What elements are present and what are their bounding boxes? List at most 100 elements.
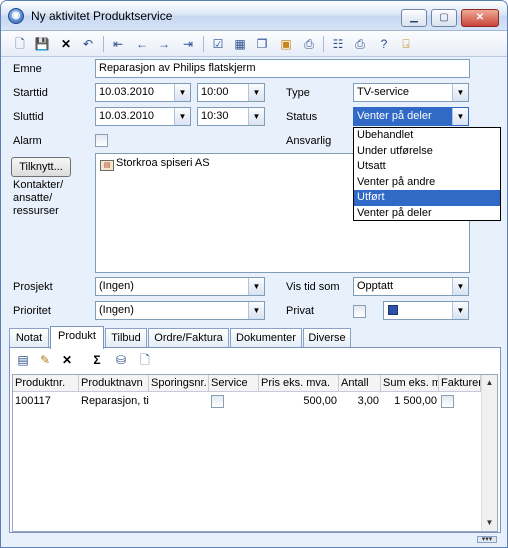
prioritet-select[interactable]: (Ingen) ▼: [95, 301, 265, 320]
contact-name: Storkroa spiseri AS: [116, 157, 210, 169]
properties-icon[interactable]: ☷: [329, 35, 347, 53]
sluttid-label: Sluttid: [13, 111, 44, 123]
close-button[interactable]: ✕: [461, 9, 499, 27]
help-icon[interactable]: ?: [375, 35, 393, 53]
new-icon[interactable]: 🗋: [11, 35, 29, 53]
kontakter-label-line1: Kontakter/: [13, 179, 64, 191]
document-icon[interactable]: 🗋: [136, 352, 154, 368]
produkt-panel: ▤ ✎ ✕ Σ ⛁ 🗋 Produktnr. Produktnavn Spori…: [9, 347, 501, 533]
app-logo-icon: ◉: [8, 8, 24, 24]
tab-notat[interactable]: Notat: [9, 328, 49, 348]
status-dropdown-list[interactable]: Ubehandlet Under utførelse Utsatt Venter…: [353, 127, 501, 221]
product-table[interactable]: Produktnr. Produktnavn Sporingsnr. Servi…: [12, 374, 498, 532]
last-icon[interactable]: ⇥: [179, 35, 197, 53]
window-title: Ny aktivitet Produktservice: [31, 9, 173, 23]
column-header[interactable]: Service: [209, 375, 259, 392]
scroll-down-icon[interactable]: ▼: [482, 515, 497, 531]
toolbar-separator: [203, 36, 204, 52]
pris-cell: 500,00: [303, 395, 337, 407]
alarm-checkbox[interactable]: [95, 134, 108, 147]
database-icon[interactable]: ⛁: [112, 352, 130, 368]
chevron-down-icon[interactable]: ▼: [452, 278, 468, 295]
copy-icon[interactable]: ❐: [253, 35, 271, 53]
tab-diverse[interactable]: Diverse: [303, 328, 351, 348]
privat-checkbox[interactable]: [353, 305, 366, 318]
status-option-highlighted[interactable]: Utført: [354, 190, 500, 206]
sluttid-date-select[interactable]: 10.03.2010 ▼: [95, 107, 191, 126]
column-header[interactable]: Antall: [339, 375, 381, 392]
vis-tid-som-select[interactable]: Opptatt ▼: [353, 277, 469, 296]
vis-tid-som-label: Vis tid som: [286, 281, 340, 293]
tab-tilbud[interactable]: Tilbud: [105, 328, 147, 348]
calendar-icon[interactable]: ▦: [231, 35, 249, 53]
save-icon[interactable]: 💾: [33, 35, 51, 53]
status-label: Status: [286, 111, 318, 123]
status-option[interactable]: Under utførelse: [354, 144, 500, 160]
privat-label: Privat: [286, 305, 315, 317]
chevron-down-icon[interactable]: ▼: [174, 84, 190, 101]
fakturert-checkbox[interactable]: [441, 395, 454, 408]
status-option[interactable]: Venter på deler: [354, 206, 500, 222]
toolbar-separator: [323, 36, 324, 52]
status-option[interactable]: Utsatt: [354, 159, 500, 175]
chevron-down-icon[interactable]: ▼: [248, 108, 264, 125]
minimize-button[interactable]: ▁: [401, 9, 427, 27]
status-select[interactable]: Venter på deler ▼: [353, 107, 469, 126]
previous-icon[interactable]: ←: [133, 35, 151, 53]
chevron-down-icon[interactable]: ▼: [248, 84, 264, 101]
color-swatch: [388, 305, 398, 315]
check-icon[interactable]: ☑: [209, 35, 227, 53]
starttid-label: Starttid: [13, 87, 48, 99]
sum-icon[interactable]: Σ: [88, 352, 106, 368]
next-icon[interactable]: →: [155, 35, 173, 53]
maximize-button[interactable]: ▢: [431, 9, 457, 27]
sluttid-date-value: 10.03.2010: [99, 110, 155, 122]
status-option[interactable]: Ubehandlet: [354, 128, 500, 144]
sluttid-time-value: 10:30: [201, 110, 229, 122]
edit-icon[interactable]: ✎: [36, 352, 54, 368]
printer-icon[interactable]: ⎙: [351, 35, 369, 53]
prosjekt-select[interactable]: (Ingen) ▼: [95, 277, 265, 296]
column-header[interactable]: Pris eks. mva.: [259, 375, 339, 392]
chevron-down-icon[interactable]: ▼: [452, 108, 468, 125]
print-icon[interactable]: ⎙: [300, 35, 318, 53]
alarm-label: Alarm: [13, 135, 42, 147]
chevron-down-icon[interactable]: ▼: [174, 108, 190, 125]
resize-grip[interactable]: ▾▾▾: [477, 536, 497, 543]
starttid-date-select[interactable]: 10.03.2010 ▼: [95, 83, 191, 102]
delete-icon[interactable]: ✕: [58, 352, 76, 368]
tab-dokumenter[interactable]: Dokumenter: [230, 328, 302, 348]
exit-icon[interactable]: ⍈: [397, 35, 415, 53]
starttid-time-select[interactable]: 10:00 ▼: [197, 83, 265, 102]
tilknytt-button[interactable]: Tilknytt...: [11, 157, 71, 177]
chevron-down-icon[interactable]: ▼: [452, 302, 468, 319]
emne-input[interactable]: Reparasjon av Philips flatskjerm: [95, 59, 470, 78]
tab-ordre-faktura[interactable]: Ordre/Faktura: [148, 328, 229, 348]
kontakter-label-line3: ressurser: [13, 205, 59, 217]
type-select[interactable]: TV-service ▼: [353, 83, 469, 102]
status-option[interactable]: Venter på andre: [354, 175, 500, 191]
prosjekt-label: Prosjekt: [13, 281, 53, 293]
column-header[interactable]: Produktnavn: [79, 375, 149, 392]
column-header[interactable]: Sum eks. mva.: [381, 375, 439, 392]
prioritet-label: Prioritet: [13, 305, 51, 317]
chevron-down-icon[interactable]: ▼: [452, 84, 468, 101]
add-product-icon[interactable]: ▤: [14, 352, 32, 368]
column-header[interactable]: Sporingsnr.: [149, 375, 209, 392]
sluttid-time-select[interactable]: 10:30 ▼: [197, 107, 265, 126]
first-icon[interactable]: ⇤: [109, 35, 127, 53]
service-checkbox[interactable]: [211, 395, 224, 408]
chevron-down-icon[interactable]: ▼: [248, 302, 264, 319]
contact-list-item[interactable]: ▤ Storkroa spiseri AS: [100, 157, 210, 171]
color-select[interactable]: ▼: [383, 301, 469, 320]
type-label: Type: [286, 87, 310, 99]
column-header[interactable]: Produktnr.: [13, 375, 79, 392]
delete-icon[interactable]: ✕: [57, 35, 75, 53]
column-header[interactable]: Fakturert: [439, 375, 481, 392]
folder-icon[interactable]: ▣: [277, 35, 295, 53]
scroll-up-icon[interactable]: ▲: [482, 375, 497, 391]
chevron-down-icon[interactable]: ▼: [248, 278, 264, 295]
tab-produkt[interactable]: Produkt: [50, 326, 104, 349]
vertical-scrollbar[interactable]: ▲ ▼: [481, 375, 497, 531]
undo-icon[interactable]: ↶: [79, 35, 97, 53]
